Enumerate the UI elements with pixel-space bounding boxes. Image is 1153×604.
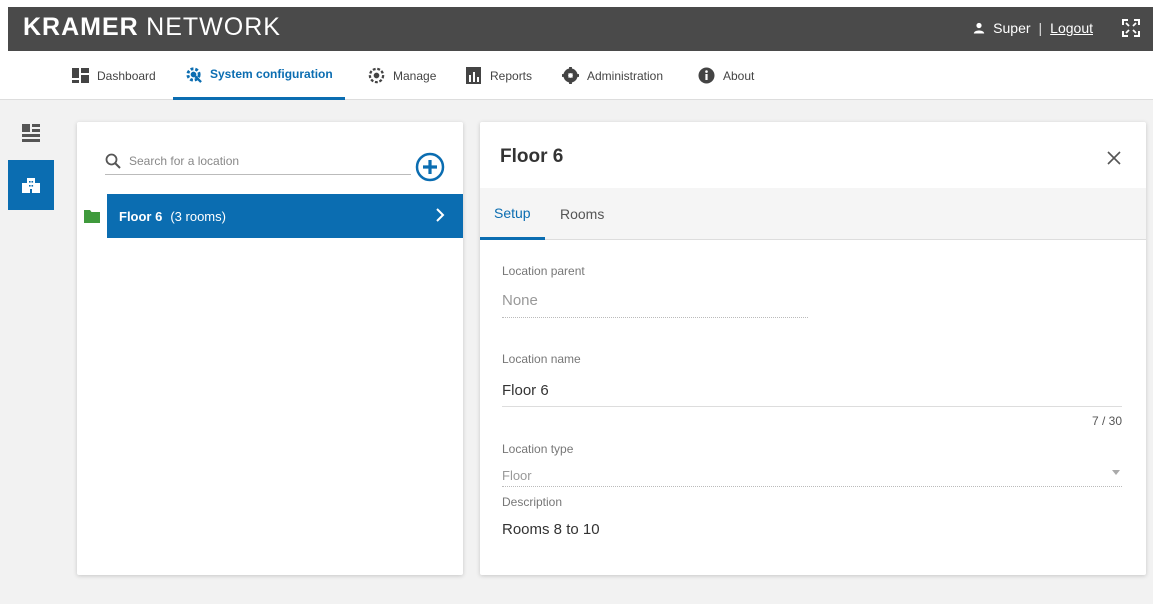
nav-reports[interactable]: Reports [465, 51, 532, 100]
administration-icon [562, 67, 579, 84]
tab-rooms[interactable]: Rooms [546, 188, 618, 240]
description-label: Description [502, 495, 563, 509]
location-name-label: Location name [502, 352, 581, 366]
location-detail: (3 rooms) [170, 208, 226, 224]
location-type-label: Location type [502, 442, 574, 456]
nav-system-configuration[interactable]: System configuration [173, 51, 345, 100]
system-config-icon [186, 66, 202, 83]
search-box [105, 147, 411, 175]
location-type-select[interactable]: Floor [502, 468, 532, 483]
chevron-right-icon[interactable] [435, 207, 445, 223]
location-item-floor-6[interactable]: Floor 6 (3 rooms) [107, 194, 463, 238]
locations-panel: Floor 6 (3 rooms) [77, 122, 463, 575]
add-location-button[interactable] [415, 152, 445, 182]
building-icon [22, 178, 40, 193]
search-input[interactable] [129, 153, 399, 168]
divider [502, 317, 808, 318]
logout-link[interactable]: Logout [1050, 20, 1093, 36]
side-rail [0, 100, 60, 604]
manage-icon [368, 67, 385, 84]
location-parent-label: Location parent [502, 264, 585, 278]
close-icon[interactable] [1106, 150, 1122, 166]
brand-logo: KRAMER NETWORK [23, 13, 281, 41]
location-parent-value: None [502, 292, 538, 309]
content-area: Floor 6 (3 rooms) Floor 6 Setup Rooms Lo… [60, 100, 1153, 604]
nav-administration-label: Administration [587, 68, 664, 83]
detail-title: Floor 6 [500, 146, 564, 167]
nav-system-configuration-label: System configuration [210, 67, 333, 81]
rail-locations[interactable] [8, 160, 54, 210]
character-counter: 7 / 30 [1091, 414, 1122, 428]
divider [502, 406, 1122, 407]
user-area: Super | Logout [973, 20, 1093, 36]
reports-icon [466, 67, 481, 84]
rooms-icon [22, 124, 40, 142]
nav-about-label: About [723, 68, 755, 83]
nav-dashboard-label: Dashboard [97, 68, 156, 83]
user-icon [973, 22, 985, 34]
divider [502, 486, 1122, 487]
search-icon [105, 153, 121, 169]
location-row[interactable]: Floor 6 (3 rooms) [77, 194, 463, 238]
description-field[interactable]: Rooms 8 to 10 [502, 521, 600, 538]
location-name-field[interactable]: Floor 6 [502, 382, 549, 399]
nav-administration[interactable]: Administration [562, 51, 663, 100]
info-icon [698, 67, 715, 84]
separator: | [1038, 20, 1043, 36]
nav-dashboard[interactable]: Dashboard [72, 51, 156, 100]
location-detail-panel: Floor 6 Setup Rooms Location parent None… [480, 122, 1146, 575]
folder-icon [84, 210, 100, 223]
tab-setup[interactable]: Setup [480, 188, 545, 240]
rail-rooms[interactable] [8, 108, 54, 158]
nav-manage[interactable]: Manage [368, 51, 436, 100]
nav-manage-label: Manage [393, 68, 437, 83]
detail-tabs: Setup Rooms [480, 188, 1146, 240]
location-name: Floor 6 [119, 208, 163, 224]
top-header: KRAMER NETWORK Super | Logout [8, 7, 1153, 51]
folder-cell [77, 194, 107, 238]
main-nav: Dashboard System configuration Manage Re… [0, 51, 1153, 100]
nav-reports-label: Reports [490, 68, 533, 83]
nav-about[interactable]: About [698, 51, 754, 100]
fullscreen-icon[interactable] [1122, 19, 1140, 37]
user-name[interactable]: Super [993, 20, 1030, 36]
chevron-down-icon[interactable] [1112, 470, 1120, 475]
dashboard-icon [72, 68, 89, 83]
